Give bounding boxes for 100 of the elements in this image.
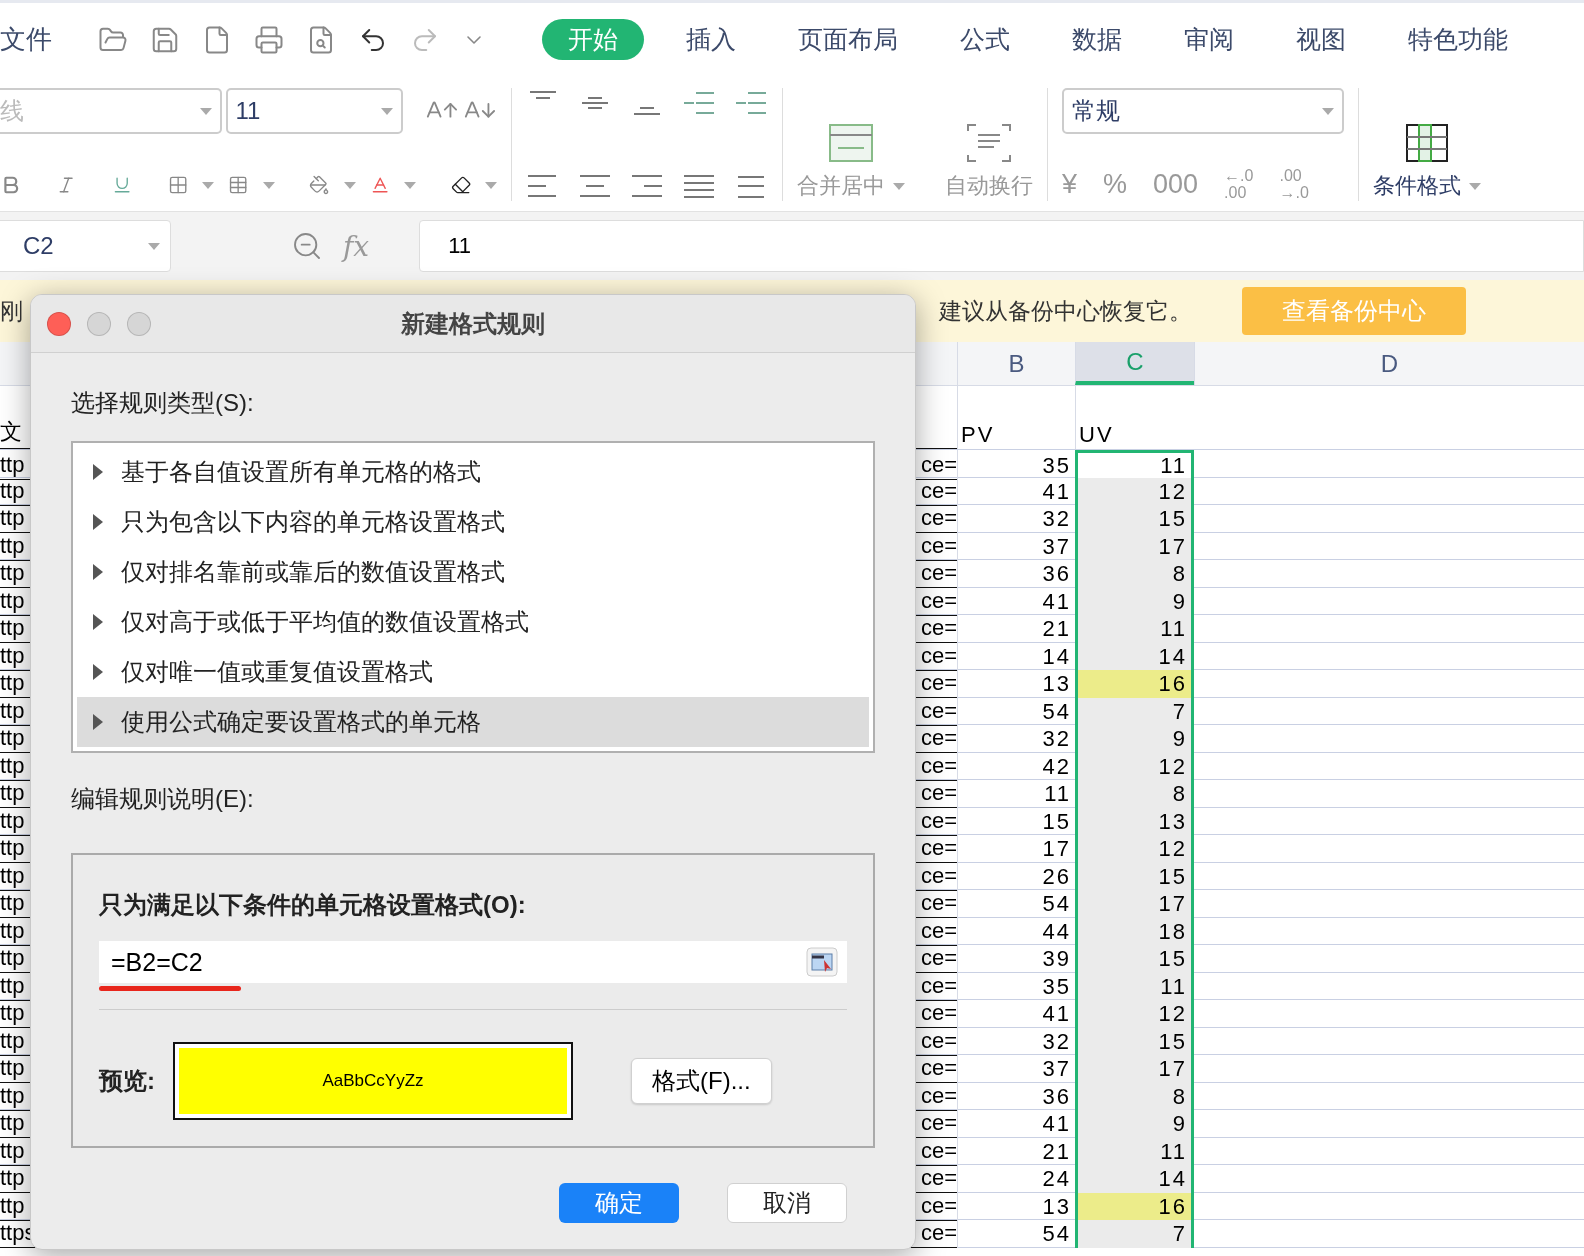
table-cell: ce=: [920, 862, 957, 889]
table-cell: 14: [1075, 1165, 1194, 1193]
format-button[interactable]: 格式(F)...: [631, 1058, 772, 1104]
table-cell: ce=: [920, 1027, 957, 1054]
table-cell: 16: [1075, 670, 1194, 698]
table-cell: ttp: [0, 1137, 25, 1164]
dialog-title: 新建格式规则: [400, 308, 546, 339]
font-size-field[interactable]: 11: [225, 88, 404, 134]
notice-text: 刚: [0, 296, 23, 326]
disclosure-icon: [93, 464, 103, 480]
table-cell: ce=: [920, 1220, 957, 1246]
table-cell: ttp: [0, 642, 25, 669]
table-cell: 9: [1075, 1110, 1194, 1138]
table-cell: 7: [1075, 697, 1194, 726]
table-cell: 12: [1075, 1000, 1194, 1028]
ribbon-tab[interactable]: 特色功能: [1408, 19, 1508, 60]
table-cell: ce=: [920, 615, 957, 641]
name-box[interactable]: C2: [0, 220, 171, 272]
formula-field[interactable]: 11: [419, 220, 1584, 272]
table-cell: 11: [1075, 615, 1194, 643]
table-cell: ttp: [0, 752, 25, 779]
notice-text: 建议从备份中心恢复它。: [939, 296, 1192, 326]
caret-icon[interactable]: [202, 181, 215, 189]
conditional-format-icon: [1405, 123, 1449, 163]
formula-input[interactable]: =B2=C2: [99, 941, 847, 983]
ribbon-tab[interactable]: 审阅: [1184, 19, 1234, 60]
ribbon-tab[interactable]: 页面布局: [798, 19, 898, 60]
ribbon-tab[interactable]: 数据: [1072, 19, 1122, 60]
number-format-field[interactable]: 常规: [1062, 88, 1344, 134]
dialog-button[interactable]: 确定: [559, 1183, 679, 1223]
column-header[interactable]: D: [1194, 342, 1584, 385]
table-cell: ce=: [920, 752, 957, 779]
file-menu[interactable]: 文件: [0, 22, 52, 57]
table-cell: ce=: [920, 1192, 957, 1219]
table-cell: ce=: [920, 1055, 957, 1081]
table-cell: 16: [1075, 1192, 1194, 1221]
condition-label: 只为满足以下条件的单元格设置格式(O):: [99, 890, 527, 920]
table-cell: ce=: [920, 972, 957, 999]
table-cell: 12: [1075, 477, 1194, 506]
conditional-format-button[interactable]: 条件格式: [1373, 123, 1481, 201]
table-cell: ttp: [0, 1110, 25, 1136]
caret-icon[interactable]: [403, 181, 416, 189]
table-cell: ttp: [0, 1192, 25, 1219]
caret-icon[interactable]: [343, 181, 356, 189]
disclosure-icon: [93, 514, 103, 530]
table-cell: 11: [1075, 450, 1194, 480]
table-cell: ttp: [0, 1000, 25, 1026]
table-cell: 18: [1075, 917, 1194, 946]
table-cell: 17: [1075, 890, 1194, 918]
close-button[interactable]: [47, 311, 71, 336]
table-cell: ttp: [0, 972, 25, 999]
preview-label: 预览:: [99, 1066, 155, 1096]
caret-icon[interactable]: [485, 181, 498, 189]
table-cell: ce=: [920, 1137, 957, 1164]
table-cell: ce=: [920, 917, 957, 944]
table-cell: ttp: [0, 1082, 25, 1109]
table-cell: ttp: [0, 670, 25, 696]
table-cell: 8: [1075, 780, 1194, 808]
disclosure-icon: [93, 614, 103, 630]
table-cell: ce=: [920, 532, 957, 559]
table-cell: 8: [1075, 1082, 1194, 1111]
table-cell: 15: [1075, 945, 1194, 973]
table-cell: ttp: [0, 780, 25, 806]
table-cell-text: 文: [0, 418, 22, 446]
table-cell: 13: [1075, 807, 1194, 836]
table-cell: ce=: [920, 807, 957, 834]
table-cell: UV: [1075, 386, 1194, 449]
table-cell: ttp: [0, 697, 25, 724]
table-cell: ttp: [0, 945, 25, 971]
print-icon[interactable]: [254, 24, 284, 55]
rule-type-item[interactable]: 使用公式确定要设置格式的单元格: [77, 697, 869, 747]
table-cell: 14: [1075, 642, 1194, 671]
disclosure-icon: [93, 664, 103, 680]
table-cell: ce=: [920, 670, 957, 696]
table-cell: 9: [1075, 725, 1194, 753]
table-cell: ttp: [0, 477, 25, 504]
zoom-out-icon[interactable]: [291, 230, 323, 262]
table-cell: 12: [1075, 752, 1194, 781]
dialog-button[interactable]: 取消: [727, 1183, 847, 1223]
table-cell: 17: [1075, 532, 1194, 561]
table-cell: 15: [1075, 1027, 1194, 1056]
table-cell: ttp: [0, 587, 25, 614]
table-cell: ce=: [920, 780, 957, 806]
ribbon-tab[interactable]: 视图: [1296, 19, 1346, 60]
caret-icon: [1469, 182, 1481, 190]
table-cell: ttp: [0, 1055, 25, 1081]
table-cell: ttp: [0, 615, 25, 641]
table-cell: ce=: [920, 945, 957, 971]
table-cell: ttp: [0, 452, 25, 478]
ribbon-tab[interactable]: 公式: [960, 19, 1010, 60]
range-picker-icon[interactable]: [805, 946, 839, 978]
caret-icon[interactable]: [262, 181, 275, 189]
table-cell: 11: [1075, 972, 1194, 1001]
ribbon-tab[interactable]: 插入: [686, 19, 736, 60]
table-cell: 7: [1075, 1220, 1194, 1248]
table-cell: ce=: [920, 1000, 957, 1026]
merge-cells-icon: [828, 123, 874, 163]
table-cell: ce=: [920, 587, 957, 614]
disclosure-icon: [93, 564, 103, 580]
table-cell: ce=: [920, 1082, 957, 1109]
